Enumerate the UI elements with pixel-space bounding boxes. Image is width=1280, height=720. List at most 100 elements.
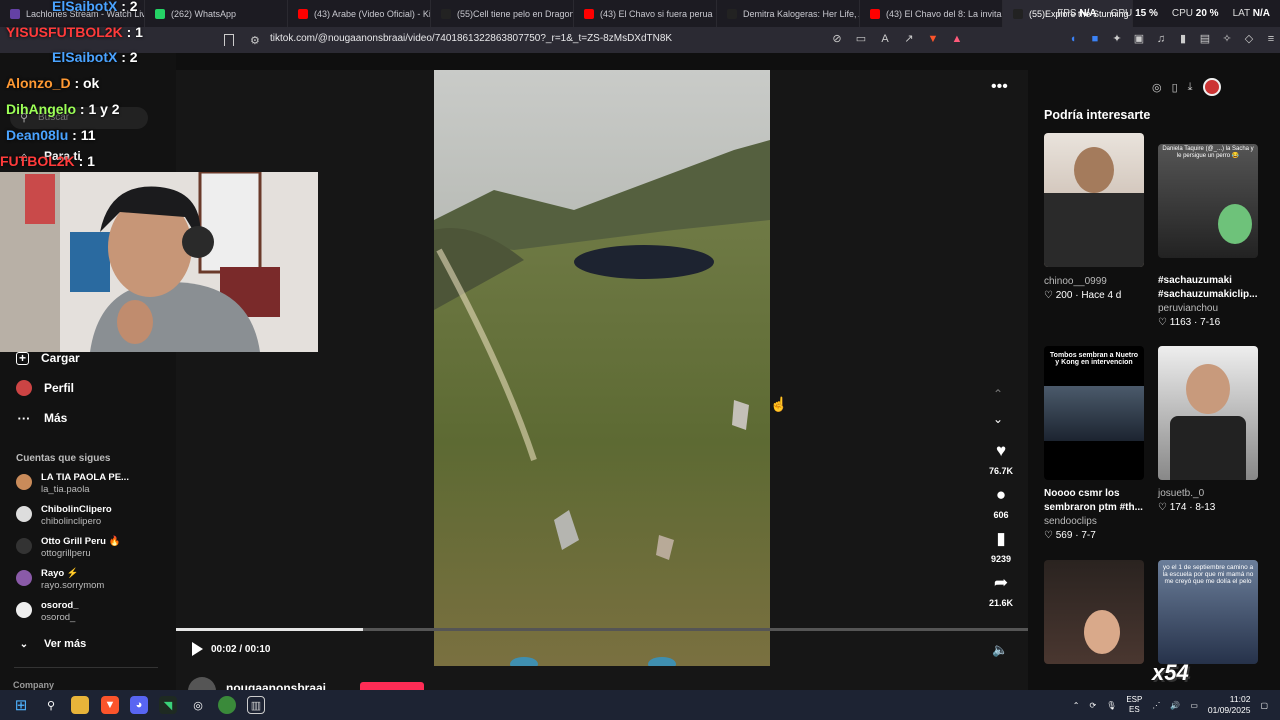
block-icon[interactable]: ⊘ xyxy=(830,32,844,46)
volume-icon[interactable]: 🔈 xyxy=(992,642,1008,658)
mic-icon[interactable]: 🎙 xyxy=(1106,701,1116,710)
sync-icon[interactable]: ⟳ xyxy=(1089,701,1096,710)
shield-icon[interactable]: ◇ xyxy=(1242,32,1256,46)
chevron-up-icon[interactable]: ⌃ xyxy=(993,387,1003,401)
following-account[interactable]: osorod_ osorod_ xyxy=(16,600,78,624)
chat-message: DihAngelo : 1 y 2 xyxy=(6,101,120,117)
account-avatar xyxy=(16,570,32,586)
battery-icon[interactable]: ▭ xyxy=(1190,701,1198,710)
suggestion-thumb-1[interactable] xyxy=(1044,133,1144,267)
following-account[interactable]: ChibolinClipero chibolinclipero xyxy=(16,504,112,528)
play-icon[interactable] xyxy=(192,642,203,656)
like-action[interactable]: ♥ 76.7K xyxy=(982,441,1020,479)
suggestion-thumb-3[interactable]: Tombos sembran a Nuetro y Kong en interv… xyxy=(1044,346,1144,480)
following-account[interactable]: Rayo ⚡ rayo.sorrymom xyxy=(16,568,104,592)
chat-username: ElSaibotX xyxy=(52,49,118,65)
account-avatar xyxy=(16,602,32,618)
wifi-icon[interactable]: ⋰ xyxy=(1152,701,1160,710)
tab-favicon-icon xyxy=(155,8,165,19)
following-account[interactable]: Otto Grill Peru 🔥 ottogrillperu xyxy=(16,536,120,560)
bookmark-icon[interactable] xyxy=(224,34,234,46)
brave-shield-icon[interactable]: ▼ xyxy=(926,32,940,46)
tab-label: (43) El Chavo del 8: La invitació xyxy=(886,8,1003,19)
suggestion-caption-3: Noooo csmr los sembraron ptm #th... send… xyxy=(1044,488,1143,541)
follow-button[interactable] xyxy=(360,682,424,690)
translate-icon[interactable]: A xyxy=(878,32,892,46)
app-icon-1[interactable]: ◥ xyxy=(159,696,177,714)
share-icon[interactable]: ↗ xyxy=(902,32,916,46)
tab-label: (43) El Chavo si fuera perua xyxy=(600,8,713,19)
browser-tab[interactable]: (55)Cell tiene pelo en Dragon xyxy=(431,0,574,27)
user-avatar[interactable] xyxy=(1202,78,1221,96)
app-icon-3[interactable]: ▥ xyxy=(247,696,265,714)
save-action[interactable]: ▮ 9239 xyxy=(982,529,1020,567)
video-progress-bar[interactable] xyxy=(176,628,1028,631)
browser-tab[interactable]: (262) WhatsApp xyxy=(145,0,288,27)
lat-value: N/A xyxy=(1252,8,1270,19)
divider xyxy=(14,667,158,668)
share-action[interactable]: ➦ 21.6K xyxy=(982,573,1020,611)
browser-tab[interactable]: (43) El Chavo del 8: La invitació xyxy=(860,0,1003,27)
extension-icon-1[interactable]: ◖ xyxy=(1066,32,1080,46)
bookmark-save-icon: ▮ xyxy=(996,529,1006,548)
more-options-icon[interactable]: ••• xyxy=(991,78,1008,96)
cast-icon[interactable]: ▭ xyxy=(854,32,868,46)
brave-rewards-icon[interactable]: ▲ xyxy=(950,32,964,46)
video-player[interactable] xyxy=(434,70,770,666)
account-avatar xyxy=(16,538,32,554)
language-indicator[interactable]: ESP ES xyxy=(1126,695,1142,715)
company-link[interactable]: Company xyxy=(13,680,54,690)
coins-icon[interactable]: ◎ xyxy=(1152,81,1162,94)
suggestion-thumb-6[interactable]: yo el 1 de septiembre camino a la escuel… xyxy=(1158,560,1258,664)
sidebar-icon[interactable]: ▮ xyxy=(1176,32,1190,46)
browser-tab[interactable]: (43) Arabe (Video Oficial) - Kiu xyxy=(288,0,431,27)
tab-favicon-icon xyxy=(10,8,20,19)
browser-tab[interactable]: (43) El Chavo si fuera perua xyxy=(574,0,717,27)
menu-icon[interactable]: ≡ xyxy=(1264,32,1278,46)
steam-icon[interactable]: ◎ xyxy=(189,696,207,714)
comment-action[interactable]: ● 606 xyxy=(982,485,1020,523)
chat-text: : ok xyxy=(74,75,100,91)
site-settings-icon[interactable]: ⚙ xyxy=(250,34,262,47)
brave-browser-icon[interactable]: ▼ xyxy=(101,696,119,714)
app-icon-2[interactable] xyxy=(218,696,236,714)
suggestion-thumb-5[interactable] xyxy=(1044,560,1144,664)
windows-start-icon[interactable]: ⊞ xyxy=(12,696,30,714)
tab-label: Demitra Kalogeras: Her Life, Ag xyxy=(743,8,860,19)
screenshot-icon[interactable]: ▣ xyxy=(1132,32,1146,46)
extensions-icon[interactable]: ✦ xyxy=(1110,32,1124,46)
tray-chevron-icon[interactable]: ⌃ xyxy=(1073,701,1080,710)
chevron-down-nav-icon[interactable]: ⌄ xyxy=(993,412,1003,426)
clock[interactable]: 11:02 01/09/2025 xyxy=(1208,694,1251,716)
leo-icon[interactable]: ✧ xyxy=(1220,32,1234,46)
chat-username: FUTBOL2K xyxy=(0,153,75,169)
chat-message: FUTBOL2K : 1 xyxy=(0,153,95,169)
left-sidebar: ⚲ Buscar ⌂ Para ti xyxy=(0,53,176,690)
taskbar: ⊞ ⚲ ▼ ◕ ◥ ◎ ▥ ⌃ ⟳ 🎙 ESP ES ⋰ 🔊 ▭ 11:02 01/… xyxy=(0,690,1280,720)
account-handle: rayo.sorrymom xyxy=(41,580,105,591)
wallet-icon[interactable]: ▤ xyxy=(1198,32,1212,46)
webcam-frame xyxy=(0,172,318,352)
chat-text: : 11 xyxy=(72,127,96,143)
nav-profile[interactable]: Perfil xyxy=(16,380,74,396)
search-taskbar-icon[interactable]: ⚲ xyxy=(42,696,60,714)
discord-icon[interactable]: ◕ xyxy=(130,696,148,714)
suggestion-thumb-4[interactable] xyxy=(1158,346,1258,480)
see-more-link[interactable]: ⌄ Ver más xyxy=(16,636,86,652)
suggestion-caption-2: #sachauzumaki #sachauzumakiclip... peruv… xyxy=(1158,275,1258,328)
comment-icon: ● xyxy=(995,485,1007,504)
file-explorer-icon[interactable] xyxy=(71,696,89,714)
suggestion-thumb-2[interactable]: Daniela Taquire (@_...) la Sacha y le pe… xyxy=(1158,144,1258,258)
browser-tab[interactable]: Demitra Kalogeras: Her Life, Ag xyxy=(717,0,860,27)
following-account[interactable]: LA TIA PAOLA PE... la_tia.paola xyxy=(16,472,129,496)
phone-icon[interactable]: ▯ xyxy=(1172,81,1178,94)
nav-more[interactable]: ··· Más xyxy=(16,410,68,426)
download-icon[interactable]: ⤓ xyxy=(1188,81,1193,94)
notification-icon[interactable]: ▢ xyxy=(1260,701,1268,710)
extension-icon-2[interactable]: ■ xyxy=(1088,32,1102,46)
url-field[interactable]: tiktok.com/@nougaanonsbraai/video/740186… xyxy=(270,33,672,44)
music-icon[interactable]: ♫ xyxy=(1154,32,1168,46)
nav-upload[interactable]: + Cargar xyxy=(16,351,80,365)
speaker-icon[interactable]: 🔊 xyxy=(1170,701,1180,710)
share-arrow-icon: ➦ xyxy=(993,573,1009,592)
